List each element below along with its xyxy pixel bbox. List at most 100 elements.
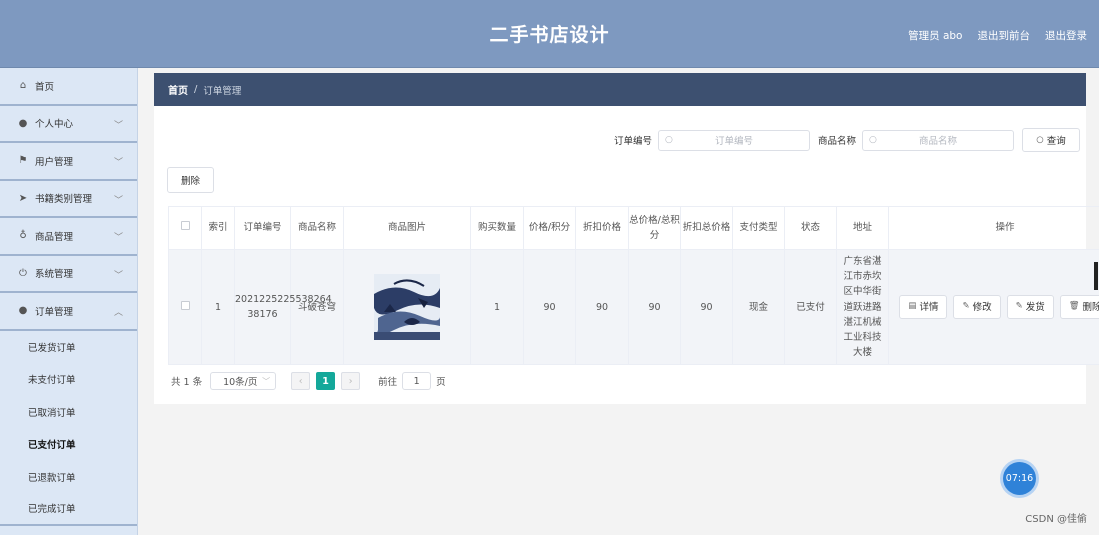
product-name-placeholder: 商品名称 [918, 136, 957, 147]
detail-button[interactable]: ▤ 详情 [899, 295, 948, 320]
next-page-button[interactable]: › [341, 372, 361, 390]
sidebar-item-home[interactable]: ⌂ 首页 [0, 68, 137, 106]
flag-icon: ⚑ [18, 155, 28, 167]
sidebar-item-personal-center[interactable]: ● 个人中心 ﹀ [0, 106, 137, 143]
back-to-front-link[interactable]: 退出到前台 [978, 28, 1031, 43]
column-header: 折扣价格 [575, 206, 629, 250]
page-size-value: 10条/页 [223, 377, 258, 388]
pagination: 共 1 条 10条/页 ﹀ ‹ 1 › 前往 1 页 [171, 372, 446, 390]
column-header: 操作 [888, 206, 1099, 250]
cell-status: 已支付 [784, 248, 837, 366]
chevron-right-icon: › [348, 375, 353, 387]
order-no-input[interactable]: ○ 订单编号 [657, 129, 810, 151]
timer-badge[interactable]: 07:16 [1003, 462, 1036, 495]
user-icon: ● [18, 117, 28, 129]
chevron-up-icon: ︿ [113, 308, 123, 318]
row-delete-button-label: 删除 [1082, 301, 1099, 313]
column-header: 折扣总价格 [680, 206, 733, 250]
sidebar-item-label: 用户管理 [35, 156, 74, 168]
breadcrumb-home[interactable]: 首页 [168, 82, 188, 97]
page-unit-label: 页 [436, 377, 446, 388]
ship-button[interactable]: ✎ 发货 [1006, 295, 1054, 320]
sidebar-sub-refunded-orders[interactable]: 已退款订单 [0, 461, 137, 494]
bulb-icon: ♁ [19, 230, 27, 242]
sidebar-item-label: 首页 [35, 81, 55, 93]
breadcrumb: 首页 / 订单管理 [154, 73, 1086, 106]
product-name-input[interactable]: ○ 商品名称 [862, 129, 1014, 151]
page-size-select[interactable]: 10条/页 ﹀ [210, 372, 277, 390]
product-name-label: 商品名称 [817, 136, 856, 147]
column-header: 商品图片 [343, 206, 471, 250]
select-all-checkbox[interactable] [180, 221, 190, 231]
cell-discount-total: 90 [680, 248, 733, 366]
power-icon: ⏻ [19, 267, 27, 279]
chevron-down-icon: ﹀ [113, 158, 123, 168]
row-actions: ▤ 详情 ✎ 修改 ✎ 发货 🗑 删除 [889, 295, 1099, 320]
chevron-down-icon: ﹀ [113, 233, 123, 243]
row-checkbox[interactable] [180, 300, 190, 310]
column-header: 总价格/总积分 [628, 206, 681, 250]
chevron-left-icon: ‹ [298, 375, 303, 387]
logout-link[interactable]: 退出登录 [1045, 28, 1087, 43]
sidebar-sub-completed-orders[interactable]: 已完成订单 [0, 493, 137, 526]
chevron-down-icon: ﹀ [113, 120, 123, 131]
sidebar-item-label: 系统管理 [35, 269, 74, 281]
query-button[interactable]: ○ 查询 [1022, 128, 1080, 152]
column-header: 状态 [784, 206, 837, 250]
table-header-row: 索引 订单编号 商品名称 商品图片 购买数量 价格/积分 折扣价格 总价格/总积… [168, 206, 1099, 250]
scroll-handle[interactable] [1094, 262, 1098, 290]
main-panel: 首页 / 订单管理 订单编号 ○ 订单编号 商品名称 ○ 商品名称 ○ 查询 删… [154, 73, 1099, 404]
cell-product-image [343, 248, 471, 366]
query-button-label: 查询 [1046, 136, 1066, 147]
sidebar-item-user-management[interactable]: ⚑ 用户管理 ﹀ [0, 143, 137, 181]
sidebar-sub-unpaid-orders[interactable]: 未支付订单 [0, 363, 137, 396]
total-count: 共 1 条 [171, 377, 203, 388]
cell-index: 1 [201, 248, 235, 366]
search-icon: ○ [869, 135, 877, 145]
sidebar-item-book-category[interactable]: ➤ 书籍类别管理 ﹀ [0, 181, 137, 218]
user-icon: ● [18, 305, 28, 317]
edit-icon: ✎ [962, 301, 970, 312]
row-delete-button[interactable]: 🗑 删除 [1059, 295, 1099, 320]
column-header: 购买数量 [470, 206, 524, 250]
order-no-placeholder: 订单编号 [714, 136, 753, 147]
page-number-button[interactable]: 1 [316, 372, 336, 390]
sidebar-item-label: 个人中心 [35, 119, 74, 131]
sidebar-item-system-management[interactable]: ⏻ 系统管理 ﹀ [0, 256, 137, 293]
column-header: 订单编号 [234, 206, 291, 250]
cell-actions: ▤ 详情 ✎ 修改 ✎ 发货 🗑 删除 [888, 248, 1099, 366]
sidebar-item-product-management[interactable]: ♁ 商品管理 ﹀ [0, 218, 137, 256]
search-icon: ○ [664, 135, 673, 145]
cell-pay-type: 现金 [732, 248, 785, 366]
cell-quantity: 1 [470, 248, 524, 366]
sidebar-item-order-management[interactable]: ● 订单管理 ︿ [0, 293, 137, 331]
sidebar-item-label: 订单管理 [35, 306, 74, 318]
orders-table: 索引 订单编号 商品名称 商品图片 购买数量 价格/积分 折扣价格 总价格/总积… [168, 206, 1099, 366]
detail-button-label: 详情 [919, 301, 939, 313]
sidebar: ⌂ 首页 ● 个人中心 ﹀ ⚑ 用户管理 ﹀ ➤ 书籍类别管理 ﹀ ♁ 商品管理… [0, 68, 138, 535]
prev-page-button[interactable]: ‹ [291, 372, 311, 390]
sidebar-sub-shipped-orders[interactable]: 已发货订单 [0, 331, 137, 364]
admin-name: 管理员 abo [908, 30, 963, 42]
top-header: 二手书店设计 管理员 abo 退出到前台 退出登录 [0, 0, 1099, 68]
ship-button-label: 发货 [1025, 301, 1045, 313]
table-row: 1 2021225225538264 38176 斗破苍穹 1 90 90 90 [168, 248, 1099, 366]
row-select-cell[interactable] [168, 248, 202, 366]
goto-page-input[interactable]: 1 [402, 372, 432, 390]
delete-button[interactable]: 删除 [167, 167, 214, 193]
home-icon: ⌂ [19, 80, 27, 92]
cell-address: 广东省湛江市赤坎区中华街道跃进路湛江机械工业科技大楼 [836, 248, 889, 366]
trash-icon: 🗑 [1068, 301, 1080, 312]
column-header: 支付类型 [732, 206, 785, 250]
document-icon: ▤ [908, 301, 917, 312]
sidebar-sub-paid-orders[interactable]: 已支付订单 [0, 428, 137, 461]
cell-discount-price: 90 [575, 248, 629, 366]
send-icon: ➤ [18, 192, 28, 204]
watermark: CSDN @佳偷 [1025, 514, 1087, 525]
sidebar-sub-cancelled-orders[interactable]: 已取消订单 [0, 396, 137, 429]
cell-price: 90 [523, 248, 576, 366]
column-header: 商品名称 [290, 206, 344, 250]
edit-button[interactable]: ✎ 修改 [953, 295, 1001, 320]
header-actions: 管理员 abo 退出到前台 退出登录 [908, 28, 1087, 43]
select-all-cell[interactable] [168, 206, 202, 250]
